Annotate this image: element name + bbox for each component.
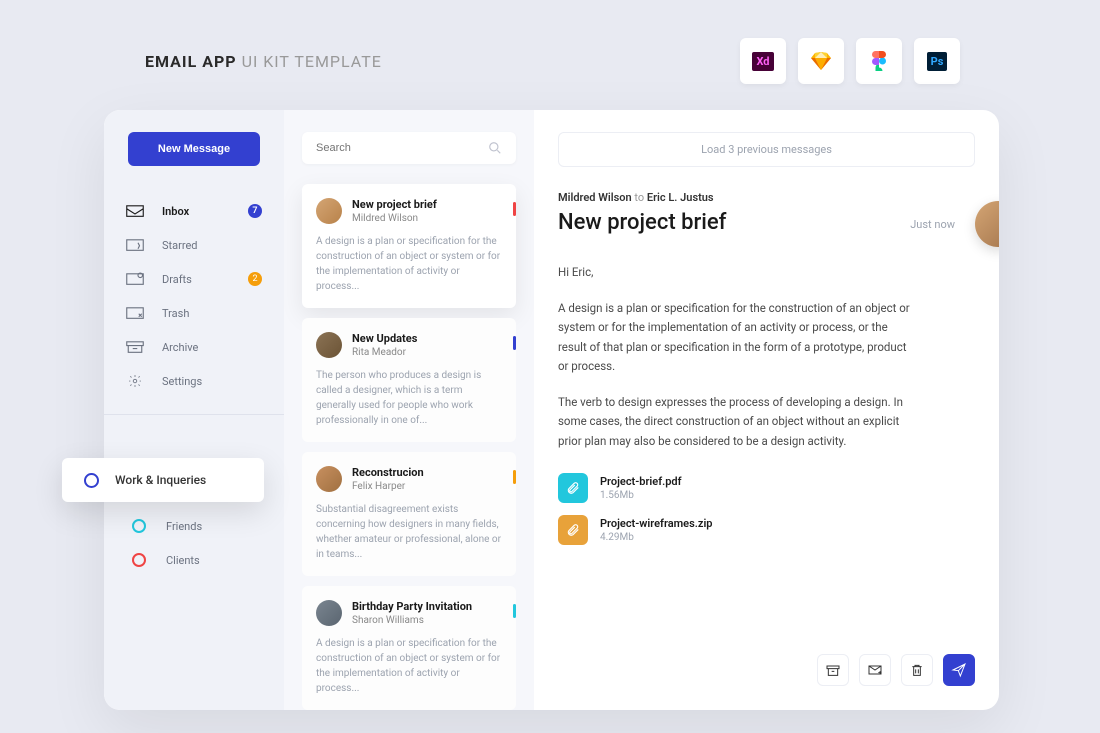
star-icon (126, 238, 144, 252)
nav-label: Archive (162, 341, 198, 354)
forward-button[interactable] (859, 654, 891, 686)
nav-label: Drafts (162, 273, 192, 286)
paperclip-icon (558, 473, 588, 503)
inbox-icon (126, 204, 144, 218)
label-work-inqueries[interactable]: Work & Inqueries (62, 458, 264, 502)
attachment-size: 4.29Mb (600, 532, 713, 543)
nav-inbox[interactable]: Inbox 7 (104, 194, 284, 228)
nav-label: Settings (162, 375, 202, 388)
tool-icons: Xd Ps (740, 38, 960, 84)
email-preview: Substantial disagreement exists concerni… (316, 502, 502, 562)
sketch-icon (798, 38, 844, 84)
ring-icon (84, 473, 99, 488)
attachment-size: 1.56Mb (600, 490, 682, 501)
inbox-badge: 7 (248, 204, 262, 218)
sidebar: New Message Inbox 7 Starred Drafts 2 Tra… (104, 110, 284, 710)
nav-trash[interactable]: Trash (104, 296, 284, 330)
page-title: EMAIL APP UI KIT TEMPLATE (145, 52, 382, 71)
action-bar (817, 654, 975, 686)
attachments: Project-brief.pdf 1.56Mb Project-wirefra… (558, 473, 975, 545)
email-body: A design is a plan or specification for … (558, 299, 918, 377)
nav-settings[interactable]: Settings (104, 364, 284, 398)
label-text: Clients (166, 554, 200, 567)
time-label: Just now (910, 218, 955, 231)
settings-icon (126, 374, 144, 388)
delete-button[interactable] (901, 654, 933, 686)
email-list-column: New project brief Mildred Wilson A desig… (284, 110, 534, 710)
label-text: Friends (166, 520, 202, 533)
email-app: New Message Inbox 7 Starred Drafts 2 Tra… (104, 110, 999, 710)
nav-label: Inbox (162, 205, 189, 218)
stripe (513, 470, 516, 484)
nav-items: Inbox 7 Starred Drafts 2 Trash Archive (104, 194, 284, 398)
email-title: New project brief (352, 198, 437, 211)
email-body: The verb to design expresses the process… (558, 393, 918, 452)
nav-label: Starred (162, 239, 198, 252)
search-icon (488, 141, 502, 155)
figma-icon (856, 38, 902, 84)
ps-icon: Ps (914, 38, 960, 84)
attachment-item[interactable]: Project-wireframes.zip 4.29Mb (558, 515, 975, 545)
drafts-badge: 2 (248, 272, 262, 286)
nav-label: Trash (162, 307, 189, 320)
email-card[interactable]: New Updates Rita Meador The person who p… (302, 318, 516, 442)
paperclip-icon (558, 515, 588, 545)
trash-icon (126, 306, 144, 320)
labels-list: Family Friends Clients (104, 431, 284, 577)
stripe (513, 604, 516, 618)
email-sender: Felix Harper (352, 481, 424, 492)
archive-icon (126, 340, 144, 354)
email-card[interactable]: Reconstrucion Felix Harper Substantial d… (302, 452, 516, 576)
email-preview: A design is a plan or specification for … (316, 234, 502, 294)
email-preview: A design is a plan or specification for … (316, 636, 502, 696)
search-box[interactable] (302, 132, 516, 164)
attachment-name: Project-brief.pdf (600, 475, 682, 488)
avatar (316, 466, 342, 492)
email-title: New Updates (352, 332, 417, 345)
nav-archive[interactable]: Archive (104, 330, 284, 364)
email-preview: The person who produces a design is call… (316, 368, 502, 428)
nav-drafts[interactable]: Drafts 2 (104, 262, 284, 296)
draft-icon (126, 272, 144, 286)
label-clients[interactable]: Clients (104, 543, 284, 577)
label-text: Work & Inqueries (115, 473, 206, 487)
new-message-button[interactable]: New Message (128, 132, 260, 166)
email-sender: Mildred Wilson (352, 213, 437, 224)
avatar (316, 198, 342, 224)
avatar (316, 332, 342, 358)
email-title: Reconstrucion (352, 466, 424, 479)
archive-button[interactable] (817, 654, 849, 686)
stripe (513, 336, 516, 350)
search-input[interactable] (316, 142, 456, 154)
nav-starred[interactable]: Starred (104, 228, 284, 262)
sender-avatar (975, 201, 999, 247)
email-greeting: Hi Eric, (558, 263, 918, 283)
email-sender: Rita Meador (352, 347, 417, 358)
attachment-name: Project-wireframes.zip (600, 517, 713, 530)
label-friends[interactable]: Friends (104, 509, 284, 543)
email-card[interactable]: New project brief Mildred Wilson A desig… (302, 184, 516, 308)
stripe (513, 202, 516, 216)
avatar (316, 600, 342, 626)
email-sender: Sharon Williams (352, 615, 472, 626)
email-card[interactable]: Birthday Party Invitation Sharon William… (302, 586, 516, 710)
ring-icon (132, 519, 146, 533)
email-title: Birthday Party Invitation (352, 600, 472, 613)
attachment-item[interactable]: Project-brief.pdf 1.56Mb (558, 473, 975, 503)
send-button[interactable] (943, 654, 975, 686)
load-previous-button[interactable]: Load 3 previous messages (558, 132, 975, 167)
divider (104, 414, 284, 415)
ring-icon (132, 553, 146, 567)
xd-icon: Xd (740, 38, 786, 84)
email-reader: Load 3 previous messages Mildred Wilson … (534, 110, 999, 710)
